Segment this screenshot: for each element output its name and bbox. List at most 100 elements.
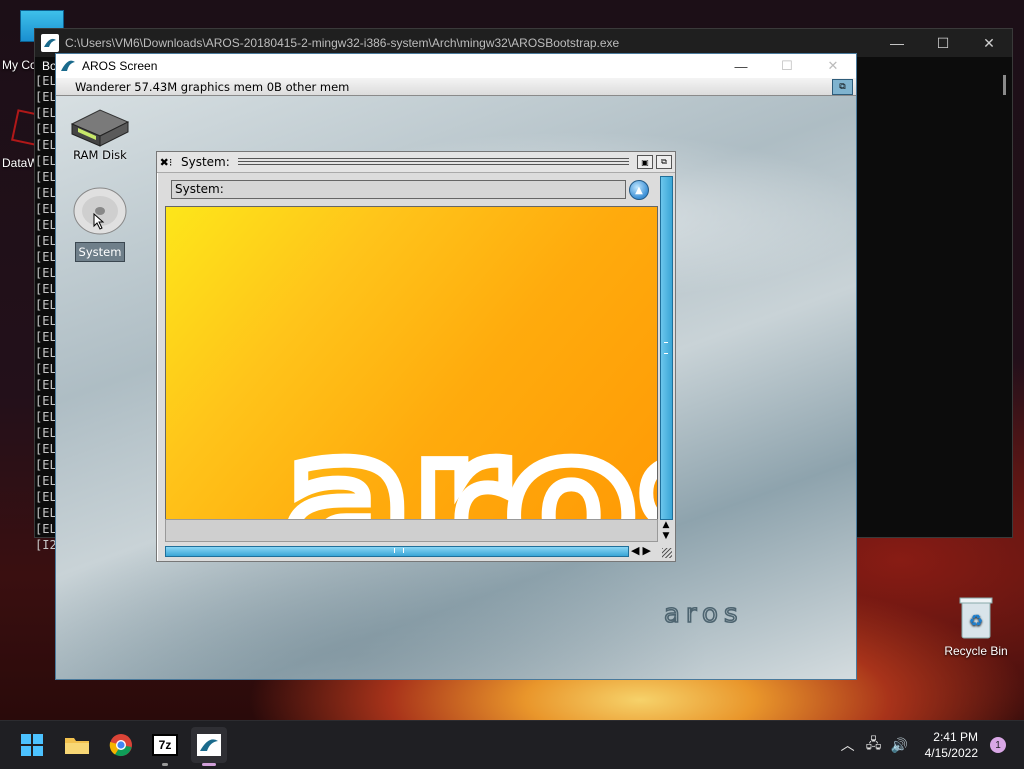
network-icon[interactable]: 🖧 bbox=[861, 733, 887, 757]
console-line: [EL bbox=[35, 202, 57, 216]
parent-directory-icon[interactable]: ▲ bbox=[629, 180, 649, 200]
7zip-icon: 7z bbox=[152, 734, 178, 756]
scroll-up-icon[interactable]: ▲ bbox=[659, 520, 673, 531]
console-line: [EL bbox=[35, 362, 57, 376]
vertical-scrollbar[interactable] bbox=[660, 176, 673, 520]
speaker-icon[interactable]: 🔊 bbox=[887, 737, 913, 754]
start-button[interactable] bbox=[14, 727, 50, 763]
console-line: [EL bbox=[35, 314, 57, 328]
console-line: [EL bbox=[35, 218, 57, 232]
wb-icon-ram-disk[interactable]: RAM Disk bbox=[62, 102, 138, 162]
path-field[interactable]: System: bbox=[171, 180, 626, 199]
minimize-button[interactable]: — bbox=[718, 54, 764, 78]
desktop-icon-label: My Co bbox=[2, 58, 37, 72]
console-line: [EL bbox=[35, 474, 57, 488]
console-line: [EL bbox=[35, 506, 57, 520]
console-line: [EL bbox=[35, 74, 57, 88]
wanderer-desktop: RAM Disk System ✖⁝ System: ▣ ⧉ System: ▲ bbox=[56, 96, 856, 679]
console-line: [EL bbox=[35, 122, 57, 136]
title-drag-bar[interactable] bbox=[237, 157, 629, 167]
scroll-left-icon[interactable]: ◀ bbox=[631, 544, 642, 557]
console-line: [EL bbox=[35, 282, 57, 296]
resize-gadget-icon[interactable] bbox=[662, 548, 672, 558]
console-line: [EL bbox=[35, 234, 57, 248]
wb-icon-system[interactable]: System bbox=[68, 186, 132, 262]
svg-text:aros: aros bbox=[664, 602, 744, 628]
close-gadget-icon[interactable]: ✖⁝ bbox=[157, 156, 175, 169]
clock[interactable]: 2:41 PM 4/15/2022 bbox=[925, 729, 978, 761]
drawer-status-area bbox=[165, 519, 658, 542]
svg-text:♻: ♻ bbox=[969, 613, 983, 630]
wanderer-screen-bar: Wanderer 57.43M graphics mem 0B other me… bbox=[56, 78, 856, 96]
clock-date: 4/15/2022 bbox=[924, 746, 978, 760]
desktop-icon-label: Recycle Bin bbox=[944, 644, 1008, 658]
console-line: [EL bbox=[35, 346, 57, 360]
console-line: [EL bbox=[35, 442, 57, 456]
aros-icon bbox=[61, 60, 75, 71]
console-line: [EL bbox=[35, 522, 57, 536]
console-output: [EL [EL [EL [EL [EL [EL [EL [EL [EL [EL … bbox=[35, 73, 57, 553]
close-button[interactable]: ✕ bbox=[966, 29, 1012, 57]
console-line: [EL bbox=[35, 394, 57, 408]
taskbar: 7z ︿ 🖧 🔊 2:41 PM 4/15/2022 1 bbox=[0, 720, 1024, 769]
console-line: [EL bbox=[35, 426, 57, 440]
console-line: [I2 bbox=[35, 538, 57, 552]
console-line: [EL bbox=[35, 154, 57, 168]
active-indicator bbox=[202, 763, 216, 766]
console-line: [EL bbox=[35, 458, 57, 472]
console-line: [EL bbox=[35, 250, 57, 264]
minimize-button[interactable]: — bbox=[874, 29, 920, 57]
chrome-icon bbox=[109, 734, 132, 757]
console-line: [EL bbox=[35, 378, 57, 392]
aros-background-logo: aros bbox=[277, 384, 657, 519]
chevron-up-icon[interactable]: ︿ bbox=[835, 735, 861, 755]
console-line: [EL bbox=[35, 170, 57, 184]
maximize-button[interactable]: ☐ bbox=[764, 54, 810, 78]
ram-disk-icon bbox=[70, 109, 130, 147]
taskbar-chrome[interactable] bbox=[103, 727, 139, 763]
aros-title-text: AROS Screen bbox=[82, 59, 158, 73]
recycle-bin-icon: ♻ bbox=[959, 597, 993, 639]
scroll-right-icon[interactable]: ▶ bbox=[642, 544, 653, 557]
drawer-content-area[interactable]: aros bbox=[165, 206, 658, 520]
console-line: [EL bbox=[35, 490, 57, 504]
aros-screen-window[interactable]: AROS Screen — ☐ ✕ Wanderer 57.43M graphi… bbox=[55, 53, 857, 680]
depth-gadget-icon[interactable]: ⧉ bbox=[656, 155, 672, 169]
notification-badge[interactable]: 1 bbox=[990, 737, 1006, 753]
console-line: [EL bbox=[35, 298, 57, 312]
console-scrollbar[interactable] bbox=[1003, 75, 1006, 95]
windows-start-icon bbox=[21, 734, 43, 756]
horizontal-scrollbar[interactable] bbox=[165, 546, 629, 557]
vertical-scroll-arrows[interactable]: ▲ ▼ bbox=[659, 520, 673, 542]
horizontal-scroll-arrows[interactable]: ◀▶ bbox=[631, 544, 654, 557]
aros-titlebar[interactable]: AROS Screen — ☐ ✕ bbox=[56, 54, 856, 78]
drawer-titlebar[interactable]: ✖⁝ System: ▣ ⧉ bbox=[157, 152, 675, 173]
screen-depth-icon[interactable]: ⧉ bbox=[832, 79, 853, 95]
console-title-text: C:\Users\VM6\Downloads\AROS-20180415-2-m… bbox=[65, 36, 620, 50]
system-drawer-window[interactable]: ✖⁝ System: ▣ ⧉ System: ▲ aros ▲ ▼ ◀▶ bbox=[156, 151, 676, 562]
drawer-title-text: System: bbox=[181, 155, 230, 169]
aros-icon bbox=[197, 734, 221, 756]
desktop-icon-recycle-bin[interactable]: ♻ Recycle Bin bbox=[940, 596, 1012, 658]
clock-time: 2:41 PM bbox=[933, 730, 978, 744]
system-tray: ︿ 🖧 🔊 2:41 PM 4/15/2022 1 bbox=[835, 721, 1024, 769]
console-line: [EL bbox=[35, 138, 57, 152]
running-indicator bbox=[162, 763, 168, 766]
aros-logo: aros bbox=[664, 602, 744, 628]
console-line: [EL bbox=[35, 106, 57, 120]
folder-icon bbox=[65, 738, 89, 754]
wb-icon-label: System bbox=[74, 242, 126, 262]
console-line: [EL bbox=[35, 330, 57, 344]
wb-icon-label: RAM Disk bbox=[73, 148, 127, 162]
maximize-button[interactable]: ☐ bbox=[920, 29, 966, 57]
close-button[interactable]: ✕ bbox=[810, 54, 856, 78]
taskbar-aros[interactable] bbox=[191, 727, 227, 766]
taskbar-7zip[interactable]: 7z bbox=[147, 727, 183, 766]
cd-disc-icon bbox=[73, 187, 127, 235]
console-line: [EL bbox=[35, 90, 57, 104]
zoom-gadget-icon[interactable]: ▣ bbox=[637, 155, 653, 169]
scroll-down-icon[interactable]: ▼ bbox=[659, 531, 673, 542]
taskbar-file-explorer[interactable] bbox=[59, 727, 95, 763]
console-line: [EL bbox=[35, 410, 57, 424]
wanderer-status-text: Wanderer 57.43M graphics mem 0B other me… bbox=[75, 79, 350, 94]
